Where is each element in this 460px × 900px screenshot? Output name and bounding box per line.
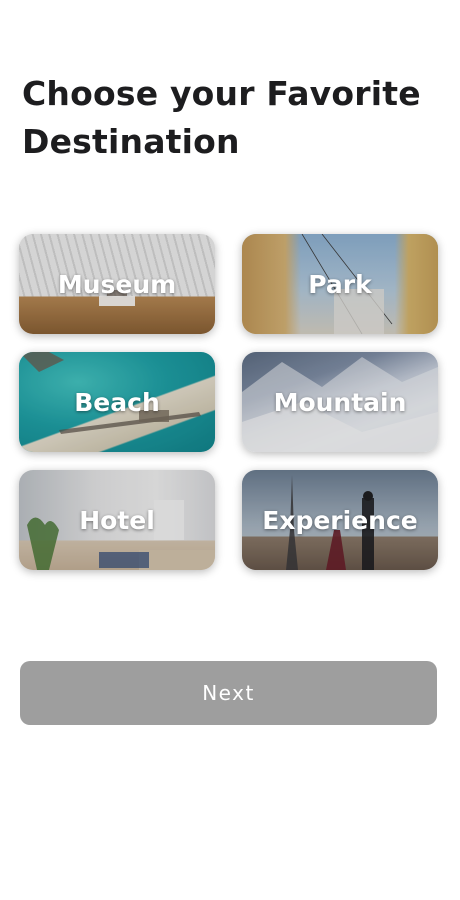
destination-card-hotel[interactable]: Hotel <box>19 470 215 570</box>
destination-card-experience[interactable]: Experience <box>242 470 438 570</box>
destination-label: Hotel <box>79 505 155 535</box>
destination-label: Mountain <box>273 387 407 417</box>
destination-label: Beach <box>74 387 160 417</box>
destination-label: Museum <box>57 269 177 299</box>
destination-card-beach[interactable]: Beach <box>19 352 215 452</box>
destination-card-museum[interactable]: Museum <box>19 234 215 334</box>
destination-label: Park <box>308 269 372 299</box>
next-button[interactable]: Next <box>20 661 437 725</box>
destination-card-mountain[interactable]: Mountain <box>242 352 438 452</box>
page-title: Choose your Favorite Destination <box>22 74 421 161</box>
destination-label: Experience <box>262 505 418 535</box>
destination-card-park[interactable]: Park <box>242 234 438 334</box>
